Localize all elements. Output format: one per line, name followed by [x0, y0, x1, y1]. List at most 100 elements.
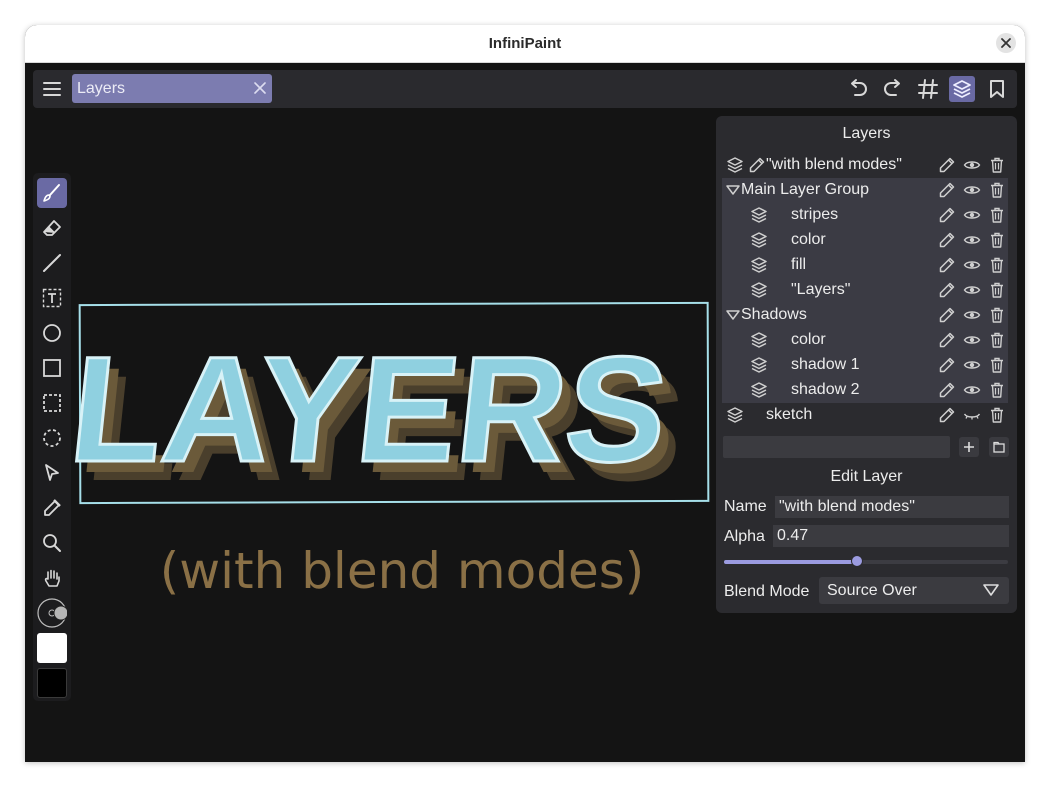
layer-row[interactable]: color	[722, 228, 1008, 253]
layer-stack-icon	[750, 231, 768, 249]
eye-icon[interactable]	[963, 231, 981, 249]
redo-button[interactable]	[880, 76, 906, 102]
layer-name-input[interactable]	[775, 496, 1009, 518]
zoom-tool[interactable]	[37, 528, 67, 558]
lasso-select-icon	[43, 429, 61, 447]
eye-icon[interactable]	[963, 181, 981, 199]
eye-icon[interactable]	[963, 331, 981, 349]
trash-icon[interactable]	[988, 181, 1006, 199]
eye-icon[interactable]	[963, 206, 981, 224]
trash-icon[interactable]	[988, 281, 1006, 299]
edit-pencil-icon[interactable]	[938, 381, 956, 399]
collapse-triangle-icon[interactable]	[724, 306, 742, 324]
edit-pencil-icon[interactable]	[938, 256, 956, 274]
alpha-slider-fill	[724, 560, 858, 564]
secondary-color-swatch[interactable]	[37, 668, 67, 698]
eye-icon[interactable]	[963, 356, 981, 374]
edit-pencil-icon[interactable]	[938, 306, 956, 324]
layer-group-row[interactable]: Main Layer Group	[722, 178, 1008, 203]
edit-pencil-icon[interactable]	[938, 181, 956, 199]
edit-pencil-icon[interactable]	[938, 231, 956, 249]
grid-button[interactable]	[915, 76, 941, 102]
trash-icon[interactable]	[988, 156, 1006, 174]
eye-icon[interactable]	[963, 306, 981, 324]
edit-pencil-icon[interactable]	[938, 331, 956, 349]
layer-row[interactable]: shadow 2	[722, 378, 1008, 403]
tab-close-button[interactable]	[253, 81, 267, 95]
eye-icon[interactable]	[963, 381, 981, 399]
text-tool[interactable]	[37, 283, 67, 313]
eye-icon[interactable]	[963, 281, 981, 299]
window-close-button[interactable]	[996, 33, 1016, 53]
layer-row[interactable]: color	[722, 328, 1008, 353]
edit-pencil-icon[interactable]	[938, 206, 956, 224]
title-bar: InfiniPaint	[25, 25, 1025, 63]
layer-actions	[934, 356, 1006, 374]
eyedropper-tool[interactable]	[37, 493, 67, 523]
trash-icon[interactable]	[988, 331, 1006, 349]
rect-select-tool[interactable]	[37, 388, 67, 418]
line-icon	[43, 254, 61, 272]
new-layer-name-input[interactable]	[723, 436, 950, 458]
zoom-icon	[43, 534, 61, 552]
layer-label: shadow 2	[791, 381, 860, 398]
trash-icon[interactable]	[988, 306, 1006, 324]
close-icon	[254, 82, 266, 94]
layer-actions	[934, 306, 1006, 324]
primary-color-swatch[interactable]	[37, 633, 67, 663]
layer-actions	[934, 206, 1006, 224]
layer-row[interactable]: "Layers"	[722, 278, 1008, 303]
trash-icon[interactable]	[988, 381, 1006, 399]
add-layer-button[interactable]	[959, 437, 979, 457]
layer-group-row[interactable]: Shadows	[722, 303, 1008, 328]
add-group-button[interactable]	[989, 437, 1009, 457]
edit-pencil-icon[interactable]	[938, 281, 956, 299]
blend-mode-select[interactable]: Source Over	[819, 577, 1009, 604]
undo-button[interactable]	[845, 76, 871, 102]
layer-row[interactable]: fill	[722, 253, 1008, 278]
bookmark-button[interactable]	[984, 76, 1010, 102]
trash-icon[interactable]	[988, 231, 1006, 249]
selected-pencil-icon	[748, 156, 766, 174]
layer-label: shadow 1	[791, 356, 860, 373]
eye-icon[interactable]	[963, 256, 981, 274]
pointer-tool[interactable]	[37, 458, 67, 488]
layer-row[interactable]: shadow 1	[722, 353, 1008, 378]
edit-pencil-icon[interactable]	[938, 156, 956, 174]
menu-button[interactable]	[42, 79, 62, 99]
ellipse-tool[interactable]	[37, 318, 67, 348]
layer-row[interactable]: stripes	[722, 203, 1008, 228]
brush-tool[interactable]	[37, 178, 67, 208]
eraser-tool[interactable]	[37, 213, 67, 243]
eye-closed-icon[interactable]	[963, 406, 981, 424]
layer-label: Shadows	[741, 306, 807, 323]
trash-icon[interactable]	[988, 206, 1006, 224]
lasso-select-tool[interactable]	[37, 423, 67, 453]
layer-row[interactable]: sketch	[722, 403, 1008, 428]
alpha-slider-thumb[interactable]	[851, 555, 864, 567]
hand-icon	[44, 569, 60, 587]
menu-icon	[43, 82, 61, 96]
trash-icon[interactable]	[988, 256, 1006, 274]
collapse-triangle-icon[interactable]	[724, 181, 742, 199]
brush-size-control[interactable]	[37, 598, 67, 628]
layer-stack-icon	[750, 281, 768, 299]
layers-button[interactable]	[949, 76, 975, 102]
brush-icon	[43, 184, 60, 202]
ellipse-icon	[43, 324, 61, 342]
tab-layers[interactable]: Layers	[72, 74, 272, 103]
trash-icon[interactable]	[988, 406, 1006, 424]
edit-pencil-icon[interactable]	[938, 406, 956, 424]
layer-row[interactable]: "with blend modes"	[722, 153, 1008, 178]
hand-tool[interactable]	[37, 563, 67, 593]
rectangle-tool[interactable]	[37, 353, 67, 383]
trash-icon[interactable]	[988, 356, 1006, 374]
edit-pencil-icon[interactable]	[938, 356, 956, 374]
eye-icon[interactable]	[963, 156, 981, 174]
line-tool[interactable]	[37, 248, 67, 278]
alpha-input[interactable]	[773, 525, 1009, 547]
alpha-slider[interactable]	[724, 555, 1008, 567]
rect-select-icon	[43, 394, 61, 412]
layer-label: color	[791, 331, 826, 348]
layer-label: fill	[791, 256, 807, 273]
